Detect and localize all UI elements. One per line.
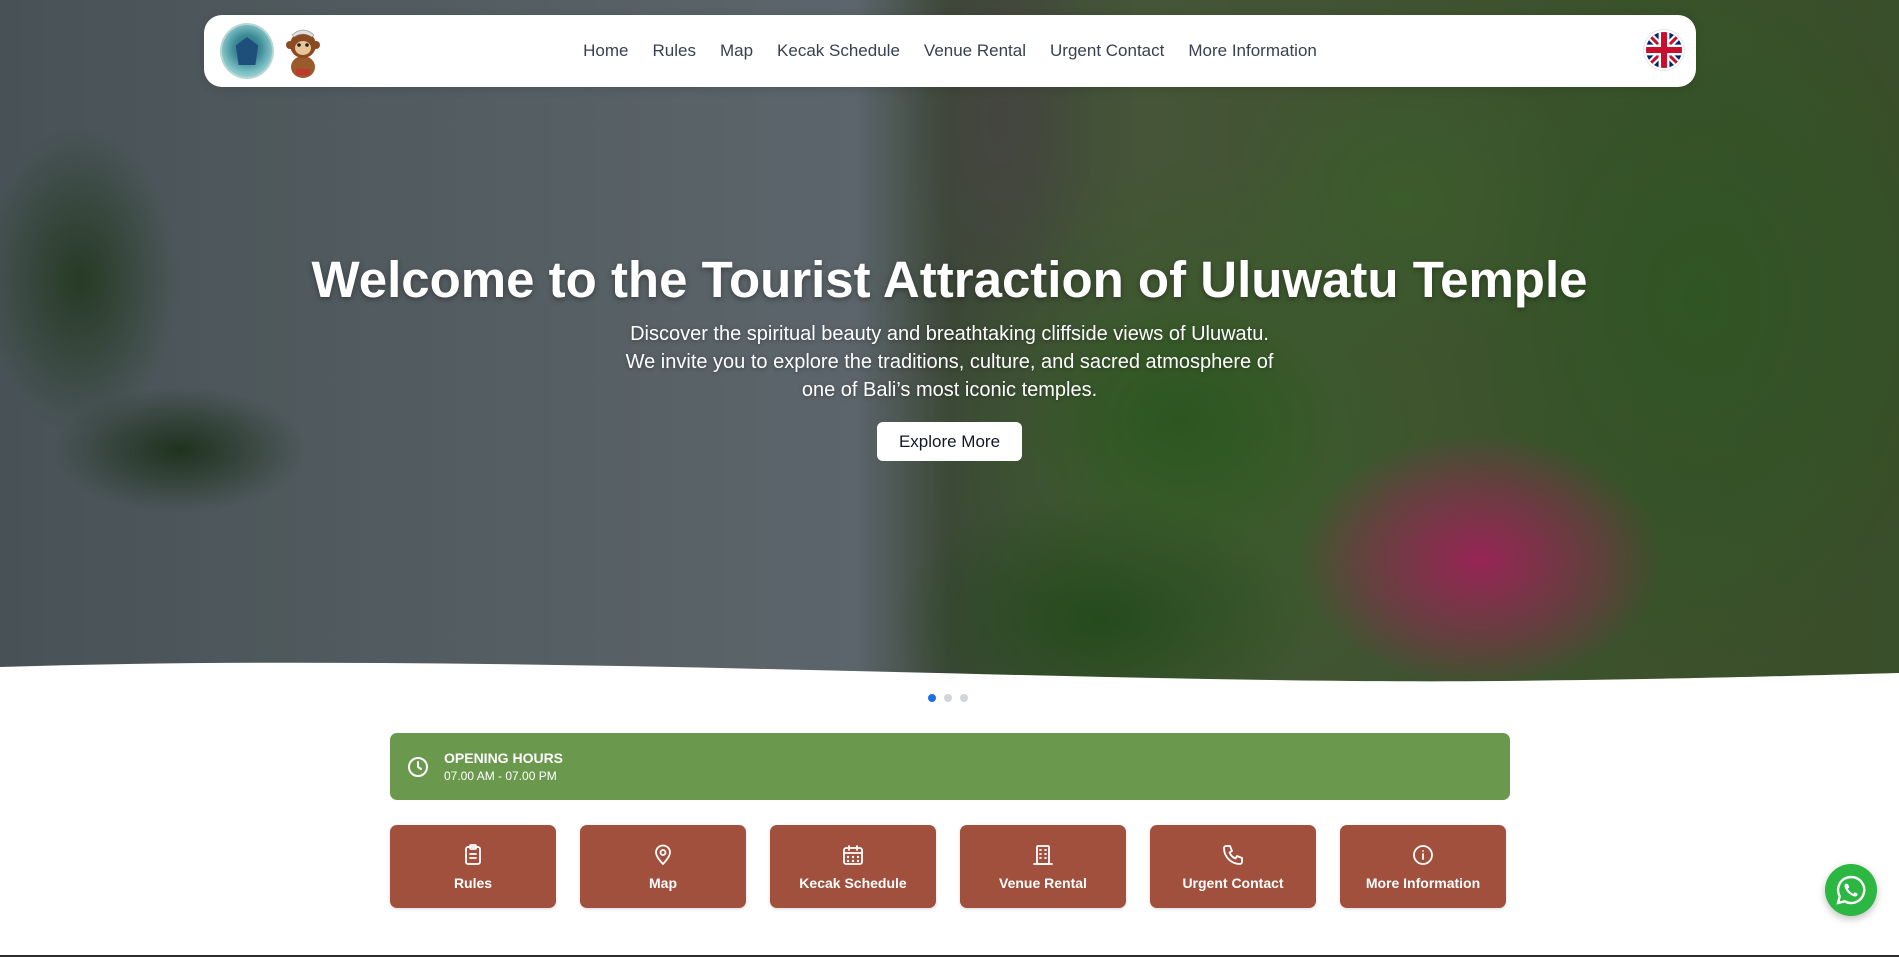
opening-hours-label: OPENING HOURS — [444, 750, 564, 766]
opening-hours-banner: OPENING HOURS 07.00 AM - 07.00 PM — [390, 733, 1510, 800]
opening-hours-value: 07.00 AM - 07.00 PM — [444, 769, 557, 783]
quick-link-label: Urgent Contact — [1182, 874, 1284, 891]
carousel-dot[interactable] — [944, 694, 952, 702]
clock-icon — [408, 756, 428, 777]
explore-more-button[interactable]: Explore More — [877, 422, 1022, 461]
hero-subtitle-line: one of Bali’s most iconic temples. — [801, 379, 1098, 401]
carousel-dot[interactable] — [928, 694, 936, 702]
quick-link-label: Kecak Schedule — [799, 874, 907, 891]
nav-map[interactable]: Map — [720, 41, 753, 61]
nav-more-information[interactable]: More Information — [1188, 41, 1317, 61]
clipboard-icon — [465, 843, 481, 865]
quick-link-urgent-contact[interactable]: Urgent Contact — [1150, 825, 1316, 908]
quick-link-rules[interactable]: Rules — [390, 825, 556, 908]
nav-links: Home Rules Map Kecak Schedule Venue Rent… — [204, 15, 1696, 87]
whatsapp-button[interactable] — [1825, 864, 1877, 916]
whatsapp-icon — [1836, 875, 1866, 905]
top-navbar: Home Rules Map Kecak Schedule Venue Rent… — [204, 15, 1696, 87]
info-icon — [1413, 844, 1433, 865]
map-pin-icon — [655, 844, 671, 865]
hero-subtitle: Discover the spiritual beauty and breath… — [610, 320, 1289, 404]
carousel-dot[interactable] — [960, 694, 968, 702]
phone-icon — [1223, 844, 1243, 865]
building-icon — [1033, 844, 1053, 865]
quick-link-venue-rental[interactable]: Venue Rental — [960, 825, 1126, 908]
quick-link-map[interactable]: Map — [580, 825, 746, 908]
hero-subtitle-line: We invite you to explore the traditions,… — [625, 351, 1274, 373]
quick-links: Rules Map Kecak Schedule Venue Rental Ur… — [390, 825, 1506, 908]
hero-banner: Welcome to the Tourist Attraction of Ulu… — [0, 0, 1899, 690]
hero-title: Welcome to the Tourist Attraction of Ulu… — [311, 251, 1588, 308]
nav-urgent-contact[interactable]: Urgent Contact — [1050, 41, 1164, 61]
quick-link-label: Venue Rental — [999, 874, 1087, 891]
nav-kecak-schedule[interactable]: Kecak Schedule — [777, 41, 900, 61]
quick-link-kecak-schedule[interactable]: Kecak Schedule — [770, 825, 936, 908]
language-switcher[interactable] — [1646, 32, 1682, 68]
nav-home[interactable]: Home — [583, 41, 628, 61]
hero-wave-divider — [0, 662, 1899, 690]
quick-link-label: More Information — [1365, 874, 1481, 891]
carousel-indicators — [928, 694, 968, 702]
quick-link-label: Rules — [453, 874, 493, 891]
quick-link-label: Map — [649, 874, 677, 891]
nav-rules[interactable]: Rules — [653, 41, 696, 61]
uk-flag-icon — [1646, 32, 1682, 68]
quick-link-more-information[interactable]: More Information — [1340, 825, 1506, 908]
nav-venue-rental[interactable]: Venue Rental — [924, 41, 1026, 61]
calendar-icon — [843, 844, 863, 865]
hero-subtitle-line: Discover the spiritual beauty and breath… — [630, 323, 1269, 345]
